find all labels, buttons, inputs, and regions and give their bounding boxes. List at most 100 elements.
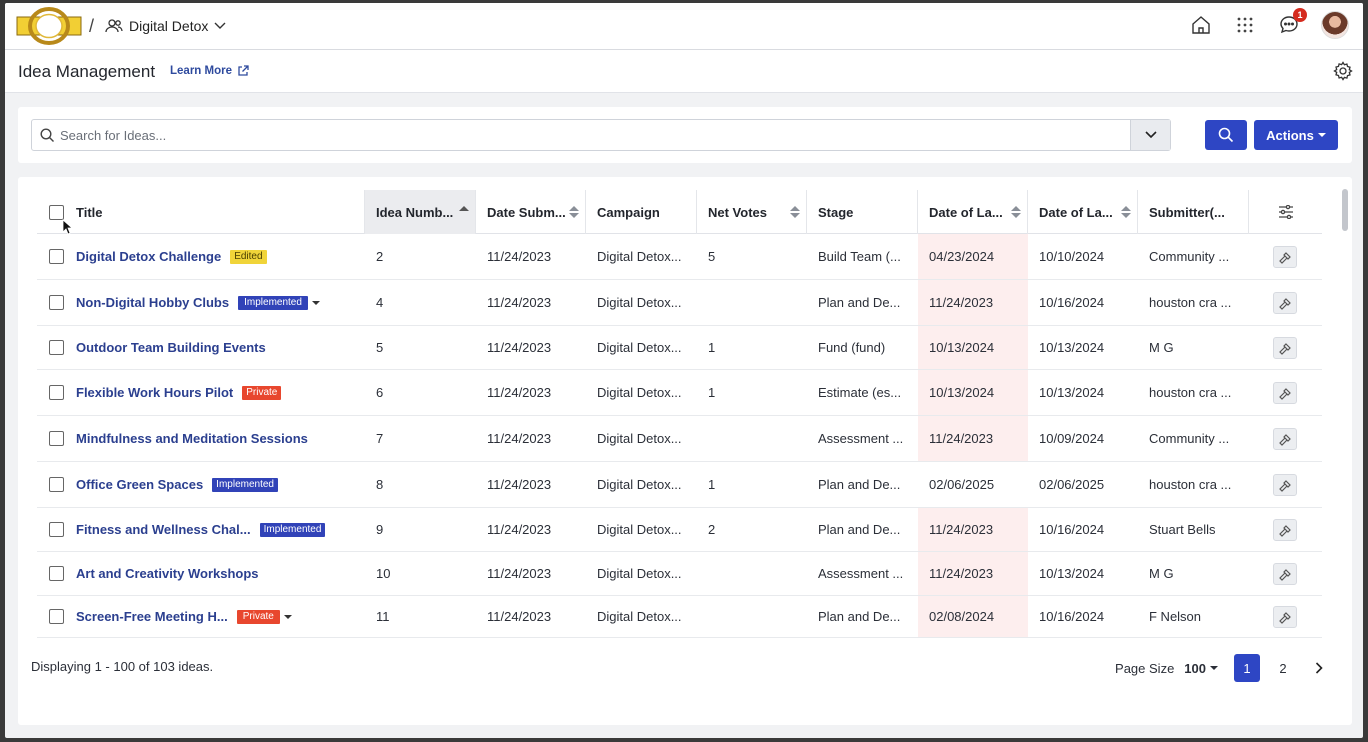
- company-logo[interactable]: [15, 7, 83, 45]
- row-checkbox[interactable]: [49, 609, 64, 624]
- hammer-icon: [1278, 251, 1291, 264]
- apps-button[interactable]: [1233, 13, 1257, 37]
- table-row[interactable]: Non-Digital Hobby Clubs Implemented 4 11/24…: [37, 280, 1322, 326]
- submitter-cell: M G: [1149, 566, 1174, 581]
- date-cell: 11/24/2023: [487, 566, 552, 581]
- votes-cell: 5: [708, 249, 716, 264]
- column-header-date-of-last-1[interactable]: Date of La...: [918, 190, 1028, 234]
- column-header-date-of-last-2[interactable]: Date of La...: [1028, 190, 1138, 234]
- learn-more-link[interactable]: Learn More: [170, 65, 249, 77]
- row-actions-button[interactable]: [1273, 292, 1297, 314]
- select-all-checkbox[interactable]: [49, 204, 64, 220]
- chevron-right-icon: [1315, 662, 1323, 674]
- idea-title-link[interactable]: Non-Digital Hobby Clubs: [76, 295, 229, 310]
- row-checkbox[interactable]: [49, 295, 64, 310]
- votes-cell: [697, 280, 807, 325]
- table-row[interactable]: Screen-Free Meeting H... Private 11 11/24/2…: [37, 596, 1322, 638]
- workspace-name: Digital Detox: [129, 18, 209, 34]
- row-checkbox[interactable]: [49, 385, 64, 400]
- idea-title-link[interactable]: Mindfulness and Meditation Sessions: [76, 431, 308, 446]
- title-cell: Outdoor Team Building Events: [37, 326, 365, 369]
- search-box: [31, 119, 1171, 151]
- table-row[interactable]: Outdoor Team Building Events 5 11/24/2023 D…: [37, 326, 1322, 370]
- row-checkbox[interactable]: [49, 522, 64, 537]
- vertical-scrollbar[interactable]: [1341, 185, 1349, 640]
- d1-cell: 11/24/2023: [918, 280, 1028, 325]
- table-row[interactable]: Flexible Work Hours Pilot Private 6 11/24/2…: [37, 370, 1322, 416]
- row-actions-button[interactable]: [1273, 246, 1297, 268]
- table-row[interactable]: Fitness and Wellness Chal... Implemented 9…: [37, 508, 1322, 552]
- row-actions-button[interactable]: [1273, 428, 1297, 450]
- idea-title-link[interactable]: Outdoor Team Building Events: [76, 340, 266, 355]
- page-size-value: 100: [1184, 660, 1206, 676]
- search-button[interactable]: [1205, 120, 1247, 150]
- row-actions-button[interactable]: [1273, 606, 1297, 628]
- submitter-cell: Stuart Bells: [1149, 522, 1216, 537]
- table-row[interactable]: Mindfulness and Meditation Sessions 7 11/2…: [37, 416, 1322, 462]
- table-row[interactable]: Art and Creativity Workshops 10 11/24/2023…: [37, 552, 1322, 596]
- submitter-cell: houston cra ...: [1149, 295, 1232, 310]
- row-checkbox[interactable]: [49, 477, 64, 492]
- row-actions-button[interactable]: [1273, 337, 1297, 359]
- page-1-button[interactable]: 1: [1234, 654, 1260, 682]
- campaign-cell: Digital Detox...: [597, 566, 682, 581]
- row-checkbox[interactable]: [49, 340, 64, 355]
- idea-title-link[interactable]: Flexible Work Hours Pilot: [76, 385, 233, 400]
- user-avatar[interactable]: [1321, 11, 1349, 39]
- search-filter-dropdown[interactable]: [1130, 120, 1170, 150]
- caret-down-icon[interactable]: [283, 614, 292, 619]
- row-checkbox[interactable]: [49, 249, 64, 264]
- scrollbar-thumb[interactable]: [1342, 189, 1348, 231]
- column-label: Campaign: [597, 204, 660, 220]
- stage-cell: Plan and De...: [818, 522, 901, 537]
- idea-title-link[interactable]: Digital Detox Challenge: [76, 249, 221, 264]
- messages-button[interactable]: 1: [1277, 8, 1307, 37]
- table-row[interactable]: Office Green Spaces Implemented 8 11/24/202…: [37, 462, 1322, 508]
- row-actions-button[interactable]: [1273, 519, 1297, 541]
- column-header-title[interactable]: Title: [37, 190, 365, 234]
- row-actions-button[interactable]: [1273, 563, 1297, 585]
- title-cell: Screen-Free Meeting H... Private: [37, 596, 365, 637]
- status-badge: Implemented: [212, 477, 278, 492]
- search-input[interactable]: [60, 120, 1120, 150]
- d1-cell: 02/08/2024: [918, 596, 1028, 637]
- home-button[interactable]: [1189, 13, 1213, 37]
- actions-button[interactable]: Actions: [1254, 120, 1338, 150]
- column-header-submitter[interactable]: Submitter(...: [1138, 190, 1249, 234]
- hammer-icon: [1278, 387, 1291, 400]
- idea-title-link[interactable]: Office Green Spaces: [76, 477, 203, 492]
- caret-down-icon[interactable]: [311, 300, 320, 305]
- idea-title-link[interactable]: Fitness and Wellness Chal...: [76, 522, 251, 537]
- d1-cell: 04/23/2024: [918, 234, 1028, 279]
- table-row[interactable]: Digital Detox Challenge Edited 2 11/24/2023…: [37, 234, 1322, 280]
- row-actions-button[interactable]: [1273, 382, 1297, 404]
- search-panel: Actions: [18, 107, 1352, 163]
- column-header-net-votes[interactable]: Net Votes: [697, 190, 807, 234]
- workspace-switcher[interactable]: Digital Detox: [105, 18, 226, 34]
- votes-cell: 1: [708, 477, 716, 492]
- home-icon: [1192, 16, 1210, 34]
- row-checkbox[interactable]: [49, 566, 64, 581]
- idea-title-link[interactable]: Screen-Free Meeting H...: [76, 609, 228, 624]
- title-cell: Flexible Work Hours Pilot Private: [37, 370, 365, 415]
- idea-title-link[interactable]: Art and Creativity Workshops: [76, 566, 259, 581]
- column-header-idea-number[interactable]: Idea Numb...: [365, 190, 476, 234]
- hammer-icon: [1278, 479, 1291, 492]
- breadcrumb-separator: /: [89, 16, 95, 36]
- actions-label: Actions: [1266, 127, 1314, 143]
- submitter-cell: Community ...: [1149, 249, 1230, 264]
- gear-icon[interactable]: [1333, 61, 1353, 81]
- column-header-stage[interactable]: Stage: [807, 190, 918, 234]
- column-header-campaign[interactable]: Campaign: [586, 190, 697, 234]
- row-checkbox[interactable]: [49, 431, 64, 446]
- column-settings-button[interactable]: [1249, 190, 1322, 234]
- campaign-cell: Digital Detox...: [597, 295, 682, 310]
- column-header-date-submitted[interactable]: Date Subm...: [476, 190, 586, 234]
- top-icons: 1: [1189, 8, 1349, 39]
- page-title: Idea Management: [18, 62, 156, 81]
- next-page-button[interactable]: [1306, 654, 1332, 682]
- page-2-button[interactable]: 2: [1270, 654, 1296, 682]
- page-size-select[interactable]: 100: [1184, 661, 1218, 676]
- d2-cell: 10/13/2024: [1039, 385, 1105, 400]
- row-actions-button[interactable]: [1273, 474, 1297, 496]
